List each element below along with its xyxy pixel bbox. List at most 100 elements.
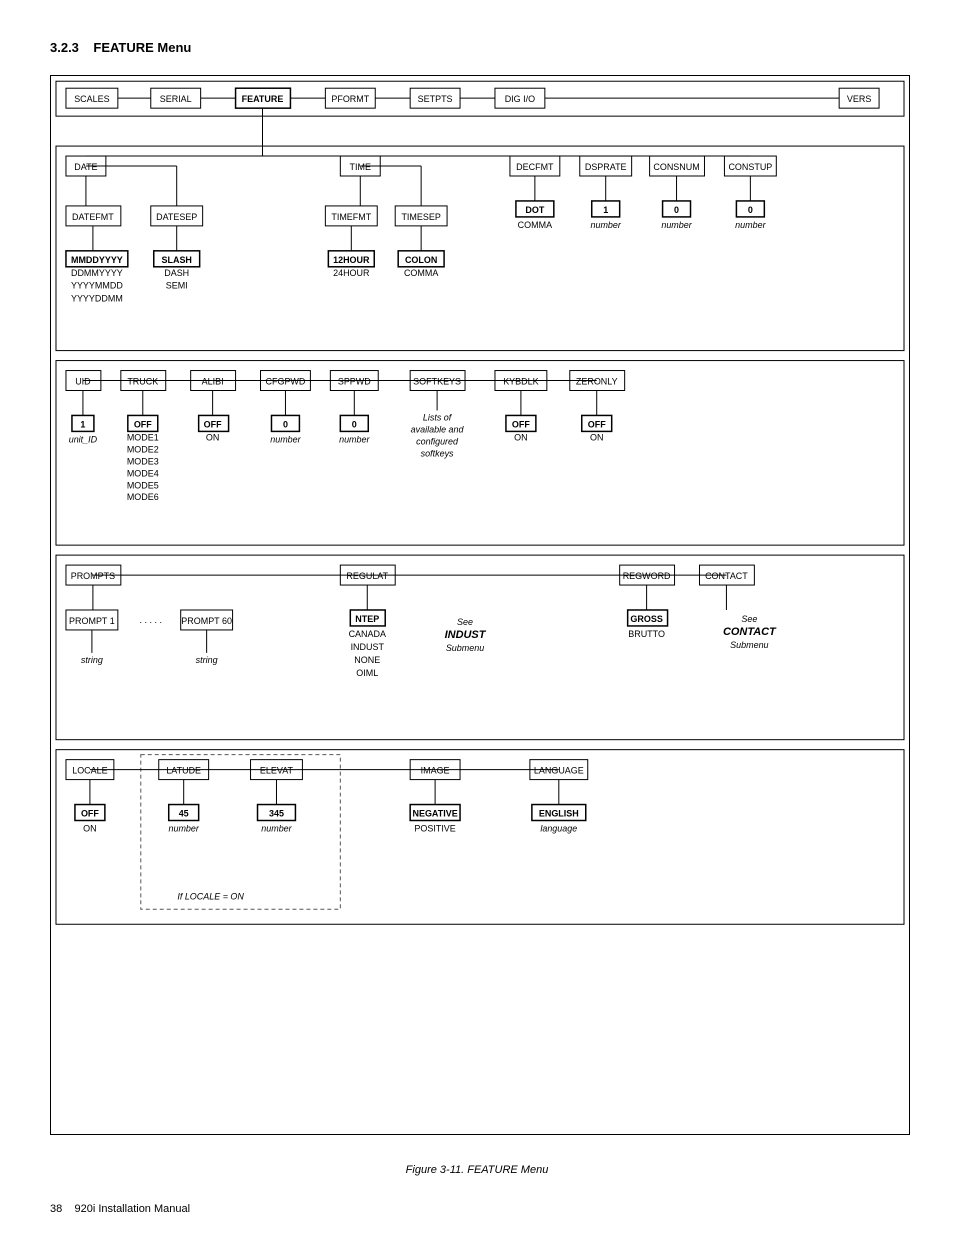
svg-text:24HOUR: 24HOUR bbox=[333, 268, 370, 278]
svg-text:12HOUR: 12HOUR bbox=[333, 255, 370, 265]
svg-text:See: See bbox=[457, 617, 473, 627]
svg-text:LATUDE: LATUDE bbox=[166, 766, 201, 776]
svg-text:See: See bbox=[741, 614, 757, 624]
svg-text:DIG I/O: DIG I/O bbox=[505, 94, 535, 104]
svg-text:45: 45 bbox=[179, 809, 189, 819]
svg-text:CONTACT: CONTACT bbox=[723, 626, 777, 638]
svg-text:SCALES: SCALES bbox=[74, 94, 109, 104]
svg-text:CONSNUM: CONSNUM bbox=[653, 162, 699, 172]
svg-text:0: 0 bbox=[352, 419, 357, 429]
svg-text:SOFTKEYS: SOFTKEYS bbox=[413, 377, 461, 387]
svg-text:DATE: DATE bbox=[74, 162, 97, 172]
svg-text:PROMPT 60: PROMPT 60 bbox=[181, 616, 232, 626]
svg-text:FEATURE: FEATURE bbox=[242, 94, 284, 104]
svg-text:ALIBI: ALIBI bbox=[202, 377, 224, 387]
svg-text:OFF: OFF bbox=[512, 419, 530, 429]
svg-text:MODE3: MODE3 bbox=[127, 456, 159, 466]
svg-text:BRUTTO: BRUTTO bbox=[628, 629, 665, 639]
svg-text:unit_ID: unit_ID bbox=[69, 434, 98, 444]
svg-text:ZERONLY: ZERONLY bbox=[576, 377, 618, 387]
svg-text:Submenu: Submenu bbox=[730, 640, 768, 650]
section-heading: 3.2.3 FEATURE Menu bbox=[50, 40, 904, 55]
svg-text:SERIAL: SERIAL bbox=[160, 94, 192, 104]
svg-text:1: 1 bbox=[80, 419, 85, 429]
svg-text:number: number bbox=[168, 823, 199, 833]
svg-text:SETPTS: SETPTS bbox=[418, 94, 453, 104]
figure-caption: Figure 3-11. FEATURE Menu bbox=[50, 1164, 904, 1176]
svg-text:0: 0 bbox=[283, 419, 288, 429]
svg-text:UID: UID bbox=[75, 377, 91, 387]
svg-text:language: language bbox=[540, 823, 577, 833]
svg-text:number: number bbox=[261, 823, 292, 833]
svg-text:SEMI: SEMI bbox=[166, 281, 188, 291]
figure-caption-text: Figure 3-11. FEATURE Menu bbox=[406, 1164, 549, 1176]
svg-text:1: 1 bbox=[603, 205, 608, 215]
svg-text:COLON: COLON bbox=[405, 255, 437, 265]
svg-text:NEGATIVE: NEGATIVE bbox=[413, 809, 458, 819]
svg-text:YYYYMMDD: YYYYMMDD bbox=[71, 281, 123, 291]
svg-text:Submenu: Submenu bbox=[446, 643, 484, 653]
svg-text:available and: available and bbox=[411, 424, 465, 434]
svg-text:CONTACT: CONTACT bbox=[705, 571, 748, 581]
page-footer: 38 920i Installation Manual bbox=[50, 1203, 190, 1215]
svg-text:OFF: OFF bbox=[204, 419, 222, 429]
svg-text:REGULAT: REGULAT bbox=[346, 571, 388, 581]
svg-text:LOCALE: LOCALE bbox=[72, 766, 107, 776]
svg-text:ON: ON bbox=[206, 432, 219, 442]
svg-text:MODE5: MODE5 bbox=[127, 480, 159, 490]
svg-text:YYYYDDMM: YYYYDDMM bbox=[71, 294, 123, 304]
svg-text:MODE6: MODE6 bbox=[127, 492, 159, 502]
section-number: 3.2.3 bbox=[50, 40, 79, 55]
svg-text:number: number bbox=[339, 434, 370, 444]
svg-text:DDMMYYYY: DDMMYYYY bbox=[71, 268, 123, 278]
section-title: FEATURE Menu bbox=[93, 40, 191, 55]
page: 3.2.3 FEATURE Menu SCALES SERIAL FEATURE… bbox=[0, 0, 954, 1235]
svg-text:CONSTUP: CONSTUP bbox=[728, 162, 772, 172]
svg-text:softkeys: softkeys bbox=[421, 448, 454, 458]
svg-text:LANGUAGE: LANGUAGE bbox=[534, 766, 584, 776]
page-number: 38 bbox=[50, 1203, 62, 1215]
svg-text:MODE4: MODE4 bbox=[127, 468, 159, 478]
svg-text:MODE1: MODE1 bbox=[127, 432, 159, 442]
svg-text:TRUCK: TRUCK bbox=[127, 377, 158, 387]
svg-text:If LOCALE = ON: If LOCALE = ON bbox=[177, 891, 244, 901]
svg-text:POSITIVE: POSITIVE bbox=[414, 823, 455, 833]
svg-text:COMMA: COMMA bbox=[404, 268, 438, 278]
svg-text:OIML: OIML bbox=[356, 668, 378, 678]
svg-text:REGWORD: REGWORD bbox=[623, 571, 671, 581]
svg-text:DATESEP: DATESEP bbox=[156, 212, 197, 222]
svg-text:ON: ON bbox=[514, 432, 527, 442]
svg-text:DASH: DASH bbox=[164, 268, 189, 278]
svg-text:0: 0 bbox=[748, 205, 753, 215]
svg-text:Lists of: Lists of bbox=[423, 412, 453, 422]
svg-text:PROMPTS: PROMPTS bbox=[71, 571, 115, 581]
svg-text:ON: ON bbox=[83, 823, 96, 833]
svg-text:DATEFMT: DATEFMT bbox=[72, 212, 114, 222]
svg-text:TIME: TIME bbox=[350, 162, 371, 172]
svg-text:OFF: OFF bbox=[134, 419, 152, 429]
svg-text:number: number bbox=[270, 434, 301, 444]
svg-text:number: number bbox=[735, 220, 766, 230]
svg-text:string: string bbox=[81, 655, 103, 665]
svg-text:MMDDYYYY: MMDDYYYY bbox=[71, 255, 123, 265]
svg-text:DECFMT: DECFMT bbox=[516, 162, 554, 172]
svg-text:INDUST: INDUST bbox=[445, 629, 487, 641]
svg-text:ON: ON bbox=[590, 432, 603, 442]
svg-text:NONE: NONE bbox=[354, 655, 380, 665]
svg-text:COMMA: COMMA bbox=[518, 220, 552, 230]
svg-text:IMAGE: IMAGE bbox=[421, 766, 450, 776]
svg-text:PFORMT: PFORMT bbox=[331, 94, 369, 104]
svg-text:NTEP: NTEP bbox=[355, 614, 379, 624]
svg-text:number: number bbox=[590, 220, 621, 230]
svg-text:GROSS: GROSS bbox=[630, 614, 662, 624]
svg-text:INDUST: INDUST bbox=[351, 642, 385, 652]
svg-text:0: 0 bbox=[674, 205, 679, 215]
svg-text:KYBDLK: KYBDLK bbox=[503, 377, 538, 387]
svg-text:OFF: OFF bbox=[588, 419, 606, 429]
svg-text:. . . . .: . . . . . bbox=[140, 615, 162, 625]
svg-text:345: 345 bbox=[269, 809, 284, 819]
svg-text:CANADA: CANADA bbox=[349, 629, 386, 639]
svg-text:TIMESEP: TIMESEP bbox=[401, 212, 440, 222]
svg-text:ENGLISH: ENGLISH bbox=[539, 809, 579, 819]
svg-text:ELEVAT: ELEVAT bbox=[260, 766, 294, 776]
